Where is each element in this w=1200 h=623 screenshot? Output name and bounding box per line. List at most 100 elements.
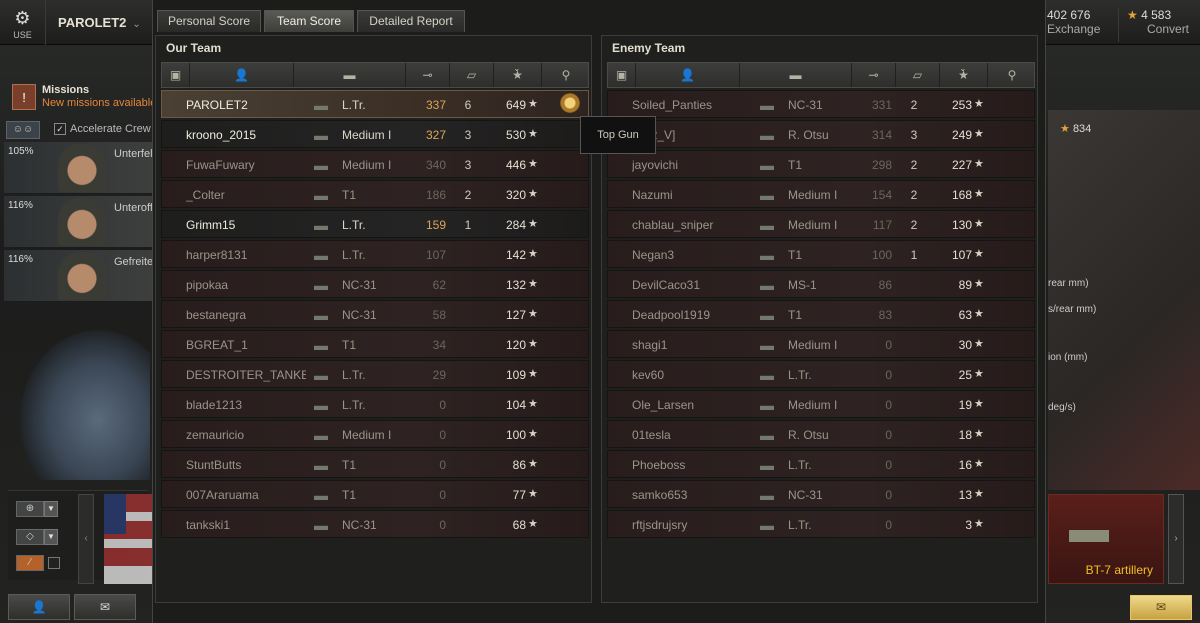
kills-value: 3 [464,128,472,142]
damage-column-header[interactable]: ⊸ [406,63,450,87]
table-row[interactable]: bestanegra ▬ NC-31 58 127 ★ [161,300,589,328]
table-row[interactable]: rftjsdrujsry ▬ L.Tr. 0 3 ★ [607,510,1035,538]
settings-button[interactable]: ⚙ USE [0,0,46,45]
star-icon: ★ [974,218,984,230]
squad-column-header[interactable]: ▣ [162,63,190,87]
friends-button[interactable]: 👤 [8,594,70,620]
squad-column-header[interactable]: ▣ [608,63,636,87]
star-icon: ★ [528,98,538,110]
star-icon: ★ [974,398,984,410]
damage-value: 100 [871,248,892,262]
spec-line: rear mm) [1048,278,1089,289]
player-name: Soiled_Panties [632,98,713,112]
crew-button[interactable]: ☺☺ [6,121,40,139]
chevron-down-icon[interactable]: ▼ [44,529,58,545]
carousel-left-arrow[interactable]: ‹ [78,494,94,584]
table-row[interactable]: harper8131 ▬ L.Tr. 107 142 ★ [161,240,589,268]
player-name: DevilCaco31 [632,278,701,292]
medal-column-header[interactable]: ⚲ [988,63,1036,87]
table-row[interactable]: kev60 ▬ L.Tr. 0 25 ★ [607,360,1035,388]
crew-member[interactable]: 105% Unterfeldwebel [4,142,187,194]
xp-value: 13 [958,488,972,502]
checkbox[interactable] [48,557,60,569]
notifications-button[interactable]: ✉ [1130,595,1192,620]
star-icon: ★ [974,458,984,470]
table-row[interactable]: shagi1 ▬ Medium I 0 30 ★ [607,330,1035,358]
tank-card[interactable]: ▬ BT-7 artillery [1048,494,1164,584]
xp-value: 3 [965,518,972,532]
chevron-down-icon[interactable]: ▼ [44,501,58,517]
table-row[interactable]: Ole_Larsen ▬ Medium I 0 19 ★ [607,390,1035,418]
table-row[interactable]: Deadpool1919 ▬ T1 83 63 ★ [607,300,1035,328]
missions-button[interactable]: ! Missions New missions available [8,80,152,114]
xp-column-header[interactable]: ⌄ ★ [940,63,988,87]
star-icon: ★ [528,158,538,170]
tank-column-header[interactable]: ▬ [740,63,852,87]
credits-exchange[interactable]: 402 676 Exchange [1040,8,1115,42]
player-name: 007Araruama [186,488,259,502]
table-row[interactable]: Soiled_Panties ▬ NC-31 331 2 253 ★ [607,90,1035,118]
player-name: FuwaFuwary [186,158,255,172]
crew-member[interactable]: 116% Gefreiter [4,250,157,302]
xp-value: 19 [958,398,972,412]
table-row[interactable]: 01tesla ▬ R. Otsu 0 18 ★ [607,420,1035,448]
tank-icon: ▬ [760,127,774,143]
crew-member[interactable]: 116% Unteroffizier [4,196,173,248]
table-row[interactable]: Negan3 ▬ T1 100 1 107 ★ [607,240,1035,268]
xp-column-header[interactable]: ⌄ ★ [494,63,542,87]
table-row[interactable]: _Colter ▬ T1 186 2 320 ★ [161,180,589,208]
kills-column-header[interactable]: ▱ [450,63,494,87]
table-row[interactable]: StuntButts ▬ T1 0 86 ★ [161,450,589,478]
table-row[interactable]: DESTROITER_TANKE ▬ L.Tr. 29 109 ★ [161,360,589,388]
tab-personal-score[interactable]: Personal Score [157,10,261,32]
filter-button[interactable]: ◇ [16,529,44,545]
top-gun-medal-icon[interactable] [560,93,580,113]
star-icon: ★ [528,398,538,410]
table-row[interactable]: DevilCaco31 ▬ MS-1 86 89 ★ [607,270,1035,298]
gold-convert[interactable]: ★ 4 583 Convert [1118,8,1198,42]
table-row[interactable]: kroono_2015 ▬ Medium I 327 3 530 ★ [161,120,589,148]
spec-line: deg/s) [1048,402,1076,413]
kills-value: 2 [910,218,918,232]
table-row[interactable]: samko653 ▬ NC-31 0 13 ★ [607,480,1035,508]
table-row[interactable]: 007Araruama ▬ T1 0 77 ★ [161,480,589,508]
damage-value: 0 [439,488,446,502]
shell-button[interactable]: ⁄ [16,555,44,571]
table-row[interactable]: Nazumi ▬ Medium I 154 2 168 ★ [607,180,1035,208]
table-row[interactable]: tankski1 ▬ NC-31 0 68 ★ [161,510,589,538]
star-icon: ★ [528,278,538,290]
chat-button[interactable]: ✉ [74,594,136,620]
table-row[interactable]: BGREAT_1 ▬ T1 34 120 ★ [161,330,589,358]
player-column-header[interactable]: 👤 [190,63,294,87]
carousel-right-arrow[interactable]: › [1168,494,1184,584]
table-row[interactable]: Grimm15 ▬ L.Tr. 159 1 284 ★ [161,210,589,238]
table-row[interactable]: Phoeboss ▬ L.Tr. 0 16 ★ [607,450,1035,478]
tank-column-header[interactable]: ▬ [294,63,406,87]
table-row[interactable]: PAROLET2 ▬ L.Tr. 337 6 649 ★ [161,90,589,118]
table-row[interactable]: jayovichi ▬ T1 298 2 227 ★ [607,150,1035,178]
kills-column-header[interactable]: ▱ [896,63,940,87]
accelerate-checkbox[interactable]: ✓ [54,123,66,135]
star-icon: ★ [528,128,538,140]
damage-value: 331 [871,98,892,112]
player-name-dropdown[interactable]: PAROLET2 ⌄ [58,15,141,30]
table-row[interactable]: pipokaa ▬ NC-31 62 132 ★ [161,270,589,298]
table-row[interactable]: [R_2_V]▬R. Otsu3143249★ [607,120,1035,148]
player-column-header[interactable]: 👤 [636,63,740,87]
xp-value: 227 [951,158,972,172]
tank-name: R. Otsu [788,128,829,142]
table-row[interactable]: chablau_sniper ▬ Medium I 117 2 130 ★ [607,210,1035,238]
globe-button[interactable]: ⊕ [16,501,44,517]
tank-card-flag[interactable] [104,494,152,584]
damage-column-header[interactable]: ⊸ [852,63,896,87]
star-icon: ★ [528,428,538,440]
tab-team-score[interactable]: Team Score [264,10,354,32]
table-row[interactable]: FuwaFuwary ▬ Medium I 340 3 446 ★ [161,150,589,178]
table-row[interactable]: blade1213 ▬ L.Tr. 0 104 ★ [161,390,589,418]
table-row[interactable]: zemauricio ▬ Medium I 0 100 ★ [161,420,589,448]
player-name: bestanegra [186,308,247,322]
tab-detailed-report[interactable]: Detailed Report [357,10,465,32]
medal-column-header[interactable]: ⚲ [542,63,590,87]
tank-name: MS-1 [788,278,817,292]
tank-name: L.Tr. [788,518,812,532]
